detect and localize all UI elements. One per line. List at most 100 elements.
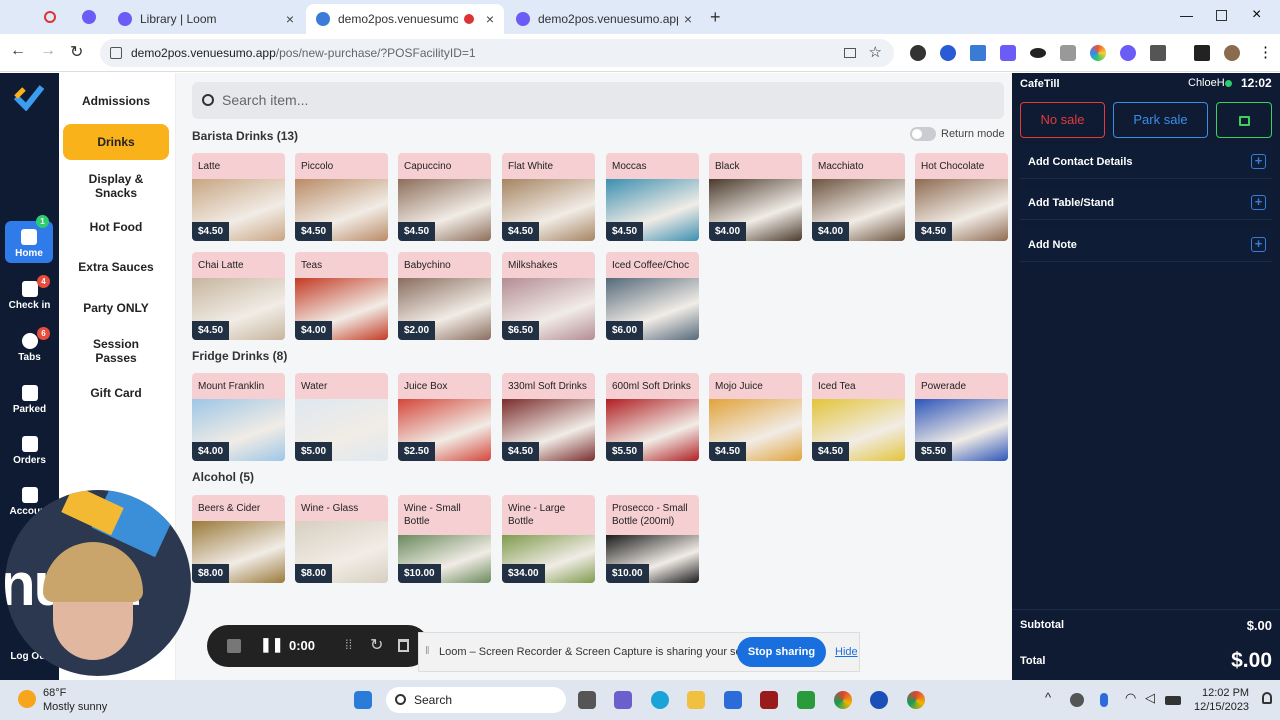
product-card[interactable]: Moccas $4.50	[606, 153, 699, 241]
product-card[interactable]: Chai Latte $4.50	[192, 252, 285, 340]
category-display-snacks[interactable]: Display & Snacks	[63, 167, 169, 205]
nav-tabs[interactable]: Tabs 6	[0, 327, 59, 363]
tab-loom-library[interactable]: Library | Loom ×	[108, 4, 304, 34]
restart-icon[interactable]: ↻	[370, 635, 383, 655]
chrome-icon[interactable]	[834, 691, 852, 709]
product-card[interactable]: Macchiato $4.00	[812, 153, 905, 241]
print-button[interactable]	[1216, 102, 1272, 138]
product-card[interactable]: 600ml Soft Drinks $5.50	[606, 373, 699, 461]
product-card[interactable]: Iced Coffee/Choc $6.00	[606, 252, 699, 340]
product-card[interactable]: Powerade $5.50	[915, 373, 1008, 461]
product-card[interactable]: 330ml Soft Drinks $4.50	[502, 373, 595, 461]
teams-icon[interactable]	[614, 691, 632, 709]
product-card[interactable]: Black $4.00	[709, 153, 802, 241]
product-card[interactable]: Mount Franklin $4.00	[192, 373, 285, 461]
recording-icon[interactable]	[44, 11, 56, 23]
extension-doc-icon[interactable]	[970, 45, 986, 61]
volume-icon[interactable]: ◁	[1145, 690, 1155, 706]
category-session-passes[interactable]: Session Passes	[63, 332, 169, 370]
hide-link[interactable]: Hide	[835, 646, 858, 658]
product-card[interactable]: Prosecco - Small Bottle (200ml) $10.00	[606, 495, 699, 583]
nav-orders[interactable]: Orders	[0, 436, 59, 466]
url-field[interactable]: demo2pos.venuesumo.app/pos/new-purchase/…	[100, 39, 894, 67]
forward-icon[interactable]: →	[40, 42, 56, 60]
mail-icon[interactable]	[724, 691, 742, 709]
minimize-icon[interactable]: —	[1180, 8, 1193, 23]
product-card[interactable]: Wine - Small Bottle $10.00	[398, 495, 491, 583]
nav-check-in[interactable]: Check in 4	[0, 275, 59, 311]
category-extra-sauces[interactable]: Extra Sauces	[63, 251, 169, 283]
pause-icon[interactable]: ❚❚	[260, 636, 283, 653]
drag-handle-icon[interactable]: ⁞⁞	[345, 637, 352, 652]
extension-toggle-icon[interactable]	[1030, 48, 1046, 58]
stop-record-icon[interactable]	[227, 639, 241, 653]
app-icon[interactable]	[82, 10, 96, 24]
category-hot-food[interactable]: Hot Food	[63, 211, 169, 243]
xbox-icon[interactable]	[797, 691, 815, 709]
battery-icon[interactable]	[1165, 696, 1181, 705]
product-card[interactable]: Capuccino $4.50	[398, 153, 491, 241]
camera-icon[interactable]	[844, 48, 856, 58]
nav-home[interactable]: Home 1	[5, 215, 53, 263]
tray-chevron-icon[interactable]: ^	[1045, 690, 1051, 705]
park-sale-button[interactable]: Park sale	[1113, 102, 1208, 138]
product-card[interactable]: Milkshakes $6.50	[502, 252, 595, 340]
extension-loom-icon[interactable]	[1120, 45, 1136, 61]
chrome-2-icon[interactable]	[907, 691, 925, 709]
product-card[interactable]: Water $5.00	[295, 373, 388, 461]
extension-color-icon[interactable]	[1090, 45, 1106, 61]
site-info-icon[interactable]	[110, 47, 122, 59]
task-view-icon[interactable]	[578, 691, 596, 709]
bookmark-star-icon[interactable]: ☆	[869, 39, 882, 67]
drag-grip-icon[interactable]: ‖	[425, 645, 430, 657]
add-note-row[interactable]: Add Note +	[1020, 228, 1272, 262]
wifi-icon[interactable]: ◠	[1125, 690, 1136, 706]
sync-icon[interactable]	[1070, 693, 1084, 707]
search-input[interactable]: Search item...	[192, 82, 1004, 119]
trash-icon[interactable]	[398, 639, 409, 652]
product-card[interactable]: Beers & Cider $8.00	[192, 495, 285, 583]
category-gift-card[interactable]: Gift Card	[63, 377, 169, 409]
product-card[interactable]: Babychino $2.00	[398, 252, 491, 340]
close-tab-icon[interactable]: ×	[684, 11, 692, 27]
tab-pos-2[interactable]: demo2pos.venuesumo.app/po ×	[506, 4, 702, 34]
nav-parked[interactable]: Parked	[0, 385, 59, 415]
add-table-stand-row[interactable]: Add Table/Stand +	[1020, 186, 1272, 220]
new-tab-icon[interactable]: +	[710, 7, 721, 28]
back-icon[interactable]: ←	[10, 42, 26, 60]
loom-webcam-bubble[interactable]: nuSu	[5, 490, 191, 676]
close-tab-icon[interactable]: ×	[486, 11, 494, 27]
taskbar-search[interactable]: Search	[386, 687, 566, 713]
extension-camera-icon[interactable]	[1060, 45, 1076, 61]
menu-kebab-icon[interactable]: ⋮	[1258, 43, 1273, 61]
maximize-icon[interactable]	[1216, 10, 1227, 21]
weather-sun-icon[interactable]	[18, 690, 36, 708]
product-card[interactable]: Teas $4.00	[295, 252, 388, 340]
password-manager-icon[interactable]	[870, 691, 888, 709]
file-explorer-icon[interactable]	[687, 691, 705, 709]
product-card[interactable]: Juice Box $2.50	[398, 373, 491, 461]
return-mode-toggle[interactable]	[910, 127, 936, 141]
category-drinks[interactable]: Drinks	[63, 124, 169, 160]
no-sale-button[interactable]: No sale	[1020, 102, 1105, 138]
profile-avatar-icon[interactable]	[1224, 45, 1240, 61]
plus-icon[interactable]: +	[1251, 237, 1266, 252]
product-card[interactable]: Hot Chocolate $4.50	[915, 153, 1008, 241]
product-card[interactable]: Wine - Large Bottle $34.00	[502, 495, 595, 583]
product-card[interactable]: Iced Tea $4.50	[812, 373, 905, 461]
plus-icon[interactable]: +	[1251, 154, 1266, 169]
product-card[interactable]: Mojo Juice $4.50	[709, 373, 802, 461]
extensions-puzzle-icon[interactable]	[1150, 45, 1166, 61]
notification-bell-icon[interactable]	[1262, 692, 1272, 704]
plus-icon[interactable]: +	[1251, 195, 1266, 210]
side-panel-icon[interactable]	[1194, 45, 1210, 61]
product-card[interactable]: Piccolo $4.50	[295, 153, 388, 241]
category-admissions[interactable]: Admissions	[63, 85, 169, 117]
product-card[interactable]: Flat White $4.50	[502, 153, 595, 241]
microphone-icon[interactable]	[1100, 693, 1108, 707]
add-contact-details-row[interactable]: Add Contact Details +	[1020, 145, 1272, 179]
product-card[interactable]: Wine - Glass $8.00	[295, 495, 388, 583]
start-windows-icon[interactable]	[354, 691, 372, 709]
close-tab-icon[interactable]: ×	[286, 11, 294, 27]
reload-icon[interactable]: ↻	[70, 42, 83, 62]
